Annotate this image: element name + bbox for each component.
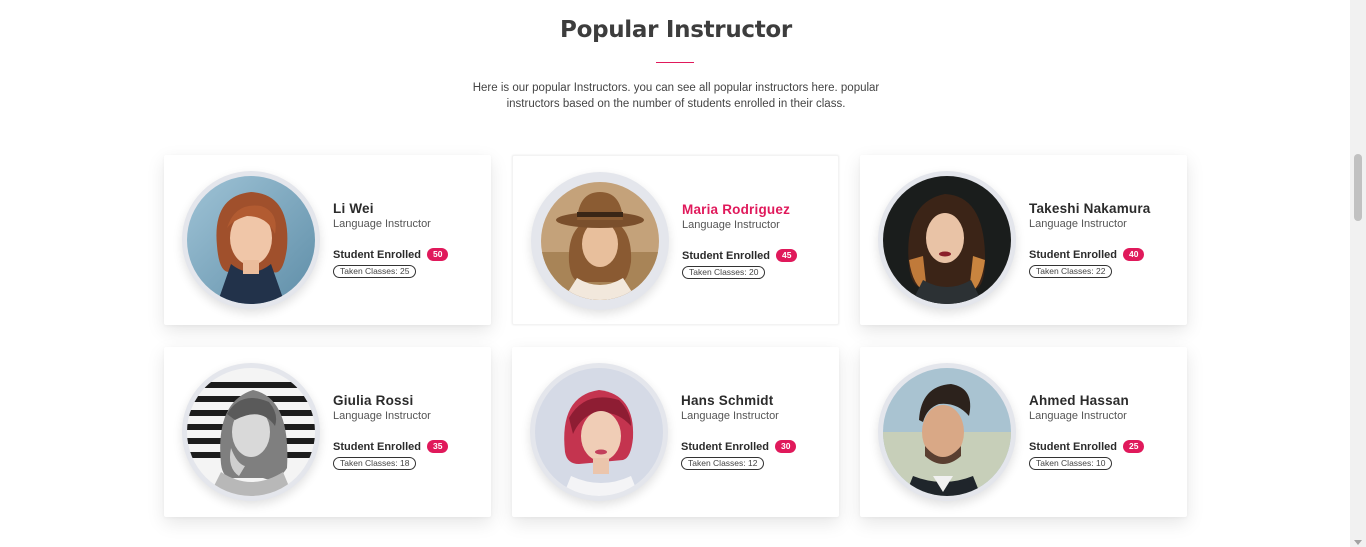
taken-classes-pill: Taken Classes: 10 <box>1029 457 1113 470</box>
taken-classes-pill: Taken Classes: 25 <box>333 265 417 278</box>
instructor-name[interactable]: Ahmed Hassan <box>1029 393 1179 408</box>
enrolled-count-badge: 50 <box>427 248 449 261</box>
instructor-info: Hans Schmidt Language Instructor Student… <box>681 393 831 471</box>
instructor-role: Language Instructor <box>681 410 779 422</box>
instructor-avatar <box>883 368 1011 496</box>
instructor-card[interactable]: Hans Schmidt Language Instructor Student… <box>512 347 839 517</box>
instructor-avatar <box>187 368 315 496</box>
instructor-avatar <box>541 182 659 300</box>
enrolled-label: Student Enrolled <box>1029 440 1117 453</box>
enrolled-count-badge: 45 <box>776 249 798 262</box>
avatar-ring <box>530 363 668 501</box>
enrolled-row: Student Enrolled 25 <box>1029 440 1179 453</box>
scrollbar-thumb[interactable] <box>1354 154 1362 221</box>
instructor-name[interactable]: Maria Rodriguez <box>682 202 832 217</box>
instructor-card[interactable]: Ahmed Hassan Language Instructor Student… <box>860 347 1187 517</box>
subtitle-line-2: instructors based on the number of stude… <box>506 98 846 110</box>
enrolled-count-badge: 35 <box>427 440 449 453</box>
enrolled-count-badge: 30 <box>775 440 797 453</box>
section-subtitle: Here is our popular Instructors. you can… <box>456 80 896 112</box>
taken-classes-pill: Taken Classes: 18 <box>333 457 417 470</box>
instructor-card[interactable]: Giulia Rossi Language Instructor Student… <box>164 347 491 517</box>
taken-classes-pill: Taken Classes: 20 <box>682 266 766 279</box>
enrolled-row: Student Enrolled 45 <box>682 249 832 262</box>
instructor-name[interactable]: Li Wei <box>333 201 483 216</box>
instructor-avatar <box>535 368 663 496</box>
enrolled-label: Student Enrolled <box>1029 248 1117 261</box>
page-scrollbar[interactable] <box>1350 0 1366 547</box>
instructor-info: Maria Rodriguez Language Instructor Stud… <box>682 202 832 280</box>
taken-classes-pill: Taken Classes: 22 <box>1029 265 1113 278</box>
instructor-role: Language Instructor <box>333 218 431 230</box>
instructor-role: Language Instructor <box>333 410 431 422</box>
instructor-info: Takeshi Nakamura Language Instructor Stu… <box>1029 201 1179 279</box>
subtitle-line-1: Here is our popular Instructors. you can… <box>472 82 880 94</box>
enrolled-row: Student Enrolled 30 <box>681 440 831 453</box>
instructor-role: Language Instructor <box>1029 218 1127 230</box>
enrolled-count-badge: 25 <box>1123 440 1145 453</box>
instructor-role: Language Instructor <box>682 219 780 231</box>
instructor-card[interactable]: Li Wei Language Instructor Student Enrol… <box>164 155 491 325</box>
instructor-name[interactable]: Takeshi Nakamura <box>1029 201 1179 216</box>
taken-classes-pill: Taken Classes: 12 <box>681 457 765 470</box>
avatar-ring <box>182 363 320 501</box>
instructor-avatar <box>187 176 315 304</box>
avatar-ring <box>531 172 669 310</box>
avatar-ring <box>878 171 1016 309</box>
enrolled-count-badge: 40 <box>1123 248 1145 261</box>
avatar-ring <box>182 171 320 309</box>
enrolled-label: Student Enrolled <box>681 440 769 453</box>
scroll-down-arrow-icon[interactable] <box>1354 540 1362 545</box>
instructor-info: Giulia Rossi Language Instructor Student… <box>333 393 483 471</box>
enrolled-label: Student Enrolled <box>333 440 421 453</box>
enrolled-row: Student Enrolled 35 <box>333 440 483 453</box>
title-underline <box>656 62 694 63</box>
instructor-card[interactable]: Takeshi Nakamura Language Instructor Stu… <box>860 155 1187 325</box>
instructor-card[interactable]: Maria Rodriguez Language Instructor Stud… <box>512 155 839 325</box>
enrolled-label: Student Enrolled <box>682 249 770 262</box>
instructor-info: Ahmed Hassan Language Instructor Student… <box>1029 393 1179 471</box>
instructor-info: Li Wei Language Instructor Student Enrol… <box>333 201 483 279</box>
popular-instructor-section: Popular Instructor Here is our popular I… <box>0 0 1350 547</box>
instructor-role: Language Instructor <box>1029 410 1127 422</box>
enrolled-row: Student Enrolled 50 <box>333 248 483 261</box>
enrolled-label: Student Enrolled <box>333 248 421 261</box>
enrolled-row: Student Enrolled 40 <box>1029 248 1179 261</box>
instructor-name[interactable]: Hans Schmidt <box>681 393 831 408</box>
instructor-avatar <box>883 176 1011 304</box>
section-title: Popular Instructor <box>560 17 792 43</box>
avatar-ring <box>878 363 1016 501</box>
instructor-name[interactable]: Giulia Rossi <box>333 393 483 408</box>
